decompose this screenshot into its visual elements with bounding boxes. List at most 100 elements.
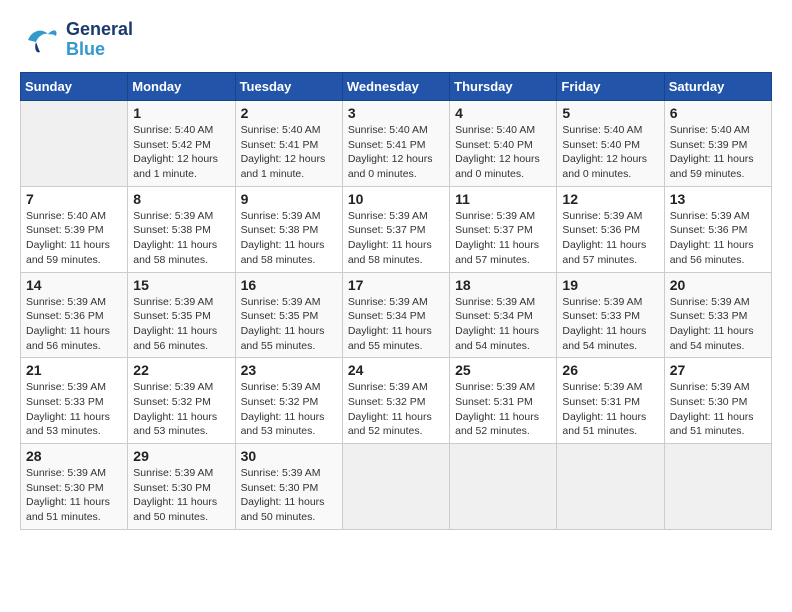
day-header-tuesday: Tuesday [235, 73, 342, 101]
day-number: 5 [562, 105, 658, 121]
day-info: Sunrise: 5:40 AM Sunset: 5:41 PM Dayligh… [348, 123, 444, 182]
day-number: 24 [348, 362, 444, 378]
day-number: 29 [133, 448, 229, 464]
day-number: 10 [348, 191, 444, 207]
calendar-cell: 30 Sunrise: 5:39 AM Sunset: 5:30 PM Dayli… [235, 444, 342, 530]
day-number: 14 [26, 277, 122, 293]
week-row-1: 1Sunrise: 5:40 AM Sunset: 5:42 PM Daylig… [21, 101, 772, 187]
calendar-cell: 25 Sunrise: 5:39 AM Sunset: 5:31 PM Dayli… [450, 358, 557, 444]
day-number: 28 [26, 448, 122, 464]
day-info: Sunrise: 5:39 AM Sunset: 5:37 PM Dayligh… [455, 209, 551, 268]
logo-general-text: General [66, 20, 133, 40]
calendar-cell: 19 Sunrise: 5:39 AM Sunset: 5:33 PM Dayli… [557, 272, 664, 358]
day-info: Sunrise: 5:39 AM Sunset: 5:30 PM Dayligh… [133, 466, 229, 525]
calendar-cell: 28Sunrise: 5:39 AM Sunset: 5:30 PM Dayli… [21, 444, 128, 530]
day-number: 23 [241, 362, 337, 378]
day-info: Sunrise: 5:39 AM Sunset: 5:31 PM Dayligh… [455, 380, 551, 439]
day-info: Sunrise: 5:40 AM Sunset: 5:42 PM Dayligh… [133, 123, 229, 182]
day-info: Sunrise: 5:39 AM Sunset: 5:37 PM Dayligh… [348, 209, 444, 268]
calendar-cell: 24 Sunrise: 5:39 AM Sunset: 5:32 PM Dayli… [342, 358, 449, 444]
day-info: Sunrise: 5:39 AM Sunset: 5:32 PM Dayligh… [348, 380, 444, 439]
calendar-cell: 10 Sunrise: 5:39 AM Sunset: 5:37 PM Dayli… [342, 186, 449, 272]
day-info: Sunrise: 5:39 AM Sunset: 5:30 PM Dayligh… [241, 466, 337, 525]
week-row-5: 28 Sunrise: 5:39 AM Sunset: 5:30 PM Dayli… [21, 444, 772, 530]
day-info: Sunrise: 5:40 AM Sunset: 5:40 PM Dayligh… [562, 123, 658, 182]
calendar-cell: 8 Sunrise: 5:39 AM Sunset: 5:38 PM Daylig… [128, 186, 235, 272]
day-number: 25 [455, 362, 551, 378]
day-header-wednesday: Wednesday [342, 73, 449, 101]
day-number: 11 [455, 191, 551, 207]
day-number: 16 [241, 277, 337, 293]
calendar-cell [664, 444, 771, 530]
day-number: 19 [562, 277, 658, 293]
calendar-cell: 13Sunrise: 5:39 AM Sunset: 5:36 PM Dayli… [664, 186, 771, 272]
calendar-cell: 22Sunrise: 5:39 AM Sunset: 5:32 PM Dayli… [128, 358, 235, 444]
day-info: Sunrise: 5:39 AM Sunset: 5:38 PM Dayligh… [133, 209, 229, 268]
day-number: 4 [455, 105, 551, 121]
calendar-cell: 21Sunrise: 5:39 AM Sunset: 5:33 PM Dayli… [21, 358, 128, 444]
day-info: Sunrise: 5:39 AM Sunset: 5:35 PM Dayligh… [241, 295, 337, 354]
day-info: Sunrise: 5:39 AM Sunset: 5:33 PM Dayligh… [670, 295, 766, 354]
calendar-cell [342, 444, 449, 530]
day-number: 3 [348, 105, 444, 121]
day-number: 22 [133, 362, 229, 378]
day-number: 6 [670, 105, 766, 121]
calendar-cell [21, 101, 128, 187]
calendar-table: SundayMondayTuesdayWednesdayThursdayFrid… [20, 72, 772, 530]
calendar-cell: 12Sunrise: 5:39 AM Sunset: 5:36 PM Dayli… [557, 186, 664, 272]
day-number: 20 [670, 277, 766, 293]
calendar-cell: 18Sunrise: 5:39 AM Sunset: 5:34 PM Dayli… [450, 272, 557, 358]
day-info: Sunrise: 5:39 AM Sunset: 5:33 PM Dayligh… [26, 380, 122, 439]
calendar-cell: 16 Sunrise: 5:39 AM Sunset: 5:35 PM Dayli… [235, 272, 342, 358]
logo-text-block: General Blue [66, 20, 133, 60]
calendar-cell: 7 Sunrise: 5:40 AM Sunset: 5:39 PM Daylig… [21, 186, 128, 272]
logo-blue-text: Blue [66, 40, 133, 60]
calendar-cell: 6 Sunrise: 5:40 AM Sunset: 5:39 PM Daylig… [664, 101, 771, 187]
day-info: Sunrise: 5:39 AM Sunset: 5:33 PM Dayligh… [562, 295, 658, 354]
day-number: 15 [133, 277, 229, 293]
day-number: 30 [241, 448, 337, 464]
calendar-cell: 27 Sunrise: 5:39 AM Sunset: 5:30 PM Dayli… [664, 358, 771, 444]
day-info: Sunrise: 5:39 AM Sunset: 5:34 PM Dayligh… [348, 295, 444, 354]
week-row-4: 21Sunrise: 5:39 AM Sunset: 5:33 PM Dayli… [21, 358, 772, 444]
logo-bird-icon [20, 20, 60, 60]
page-header: General Blue [20, 20, 772, 60]
day-header-thursday: Thursday [450, 73, 557, 101]
calendar-cell [557, 444, 664, 530]
day-number: 27 [670, 362, 766, 378]
day-info: Sunrise: 5:40 AM Sunset: 5:39 PM Dayligh… [670, 123, 766, 182]
day-number: 9 [241, 191, 337, 207]
day-number: 17 [348, 277, 444, 293]
day-info: Sunrise: 5:39 AM Sunset: 5:36 PM Dayligh… [562, 209, 658, 268]
day-info: Sunrise: 5:40 AM Sunset: 5:40 PM Dayligh… [455, 123, 551, 182]
calendar-cell: 1Sunrise: 5:40 AM Sunset: 5:42 PM Daylig… [128, 101, 235, 187]
day-info: Sunrise: 5:39 AM Sunset: 5:35 PM Dayligh… [133, 295, 229, 354]
day-header-saturday: Saturday [664, 73, 771, 101]
day-number: 7 [26, 191, 122, 207]
calendar-cell: 29 Sunrise: 5:39 AM Sunset: 5:30 PM Dayli… [128, 444, 235, 530]
calendar-cell: 3 Sunrise: 5:40 AM Sunset: 5:41 PM Daylig… [342, 101, 449, 187]
day-info: Sunrise: 5:39 AM Sunset: 5:36 PM Dayligh… [26, 295, 122, 354]
day-number: 8 [133, 191, 229, 207]
day-number: 2 [241, 105, 337, 121]
day-info: Sunrise: 5:39 AM Sunset: 5:36 PM Dayligh… [670, 209, 766, 268]
logo-container: General Blue [20, 20, 133, 60]
day-info: Sunrise: 5:39 AM Sunset: 5:30 PM Dayligh… [670, 380, 766, 439]
day-number: 18 [455, 277, 551, 293]
week-row-2: 7 Sunrise: 5:40 AM Sunset: 5:39 PM Daylig… [21, 186, 772, 272]
day-header-monday: Monday [128, 73, 235, 101]
calendar-cell: 26Sunrise: 5:39 AM Sunset: 5:31 PM Dayli… [557, 358, 664, 444]
week-row-3: 14 Sunrise: 5:39 AM Sunset: 5:36 PM Dayli… [21, 272, 772, 358]
day-header-sunday: Sunday [21, 73, 128, 101]
calendar-cell: 14 Sunrise: 5:39 AM Sunset: 5:36 PM Dayli… [21, 272, 128, 358]
day-info: Sunrise: 5:39 AM Sunset: 5:38 PM Dayligh… [241, 209, 337, 268]
calendar-cell [450, 444, 557, 530]
calendar-cell: 2Sunrise: 5:40 AM Sunset: 5:41 PM Daylig… [235, 101, 342, 187]
calendar-cell: 9 Sunrise: 5:39 AM Sunset: 5:38 PM Daylig… [235, 186, 342, 272]
calendar-cell: 20 Sunrise: 5:39 AM Sunset: 5:33 PM Dayli… [664, 272, 771, 358]
calendar-cell: 11 Sunrise: 5:39 AM Sunset: 5:37 PM Dayli… [450, 186, 557, 272]
calendar-cell: 15 Sunrise: 5:39 AM Sunset: 5:35 PM Dayli… [128, 272, 235, 358]
day-info: Sunrise: 5:40 AM Sunset: 5:39 PM Dayligh… [26, 209, 122, 268]
calendar-cell: 17 Sunrise: 5:39 AM Sunset: 5:34 PM Dayli… [342, 272, 449, 358]
day-number: 26 [562, 362, 658, 378]
